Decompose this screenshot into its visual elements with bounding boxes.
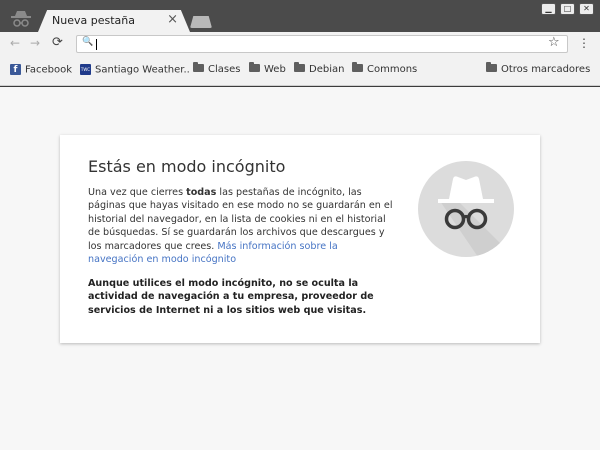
close-window-button[interactable]: ✕ (579, 3, 594, 15)
minimize-button[interactable]: ▁ (541, 3, 556, 15)
bookmark-folder-debian[interactable]: Debian (294, 62, 345, 78)
incognito-illustration-icon (418, 161, 514, 257)
back-icon[interactable]: ← (10, 36, 20, 50)
description-text: Una vez que cierres (88, 187, 187, 198)
folder-icon (249, 62, 260, 72)
incognito-card: Estás en modo incógnito Una vez que cier… (60, 135, 540, 343)
new-tab-button[interactable] (190, 16, 212, 28)
description-emphasis: todas (186, 187, 217, 198)
bookmark-facebook[interactable]: f Facebook (10, 64, 72, 78)
folder-icon (294, 62, 305, 72)
incognito-description: Una vez que cierres todas las pestañas d… (88, 186, 394, 266)
page-title: Estás en modo incógnito (88, 157, 286, 176)
tab-nueva-pestana[interactable]: Nueva pestaña × (38, 10, 190, 32)
bookmark-label: Clases (208, 64, 241, 75)
bookmark-label: Otros marcadores (501, 64, 591, 75)
incognito-icon (11, 11, 31, 27)
menu-icon[interactable]: ⋮ (578, 36, 590, 50)
folder-icon (352, 62, 363, 72)
incognito-warning: Aunque utilices el modo incógnito, no se… (88, 278, 374, 316)
bookmark-star-icon[interactable]: ☆ (548, 35, 560, 50)
address-bar[interactable]: 🔍 (76, 35, 568, 53)
bookmark-folder-commons[interactable]: Commons (352, 62, 418, 78)
bookmark-other-bookmarks[interactable]: Otros marcadores (486, 62, 591, 78)
bookmark-santiago-weather[interactable]: TWC Santiago Weather.. (80, 64, 190, 78)
bookmarks-bar: f Facebook TWC Santiago Weather.. Clases W… (0, 56, 600, 86)
window-titlebar: Nueva pestaña × ▁ □ ✕ (0, 0, 600, 32)
search-icon: 🔍 (82, 37, 94, 47)
tab-title: Nueva pestaña (52, 14, 135, 27)
bookmark-label: Debian (309, 64, 345, 75)
bookmark-label: Santiago Weather.. (95, 64, 190, 76)
reload-icon[interactable]: ⟳ (52, 35, 63, 50)
twc-icon: TWC (80, 64, 91, 75)
folder-icon (193, 62, 204, 72)
text-cursor (96, 39, 97, 50)
page-content: Estás en modo incógnito Una vez que cier… (0, 87, 600, 450)
bookmark-label: Web (264, 64, 286, 75)
folder-icon (486, 62, 497, 72)
bookmark-label: Facebook (25, 64, 72, 76)
bookmark-label: Commons (367, 64, 418, 75)
facebook-icon: f (10, 64, 21, 75)
maximize-button[interactable]: □ (560, 3, 575, 15)
bookmark-folder-clases[interactable]: Clases (193, 62, 241, 78)
bookmark-folder-web[interactable]: Web (249, 62, 286, 78)
forward-icon[interactable]: → (30, 36, 40, 50)
tab-close-icon[interactable]: × (167, 12, 178, 27)
browser-toolbar: ← → ⟳ 🔍 ☆ ⋮ (0, 32, 600, 56)
